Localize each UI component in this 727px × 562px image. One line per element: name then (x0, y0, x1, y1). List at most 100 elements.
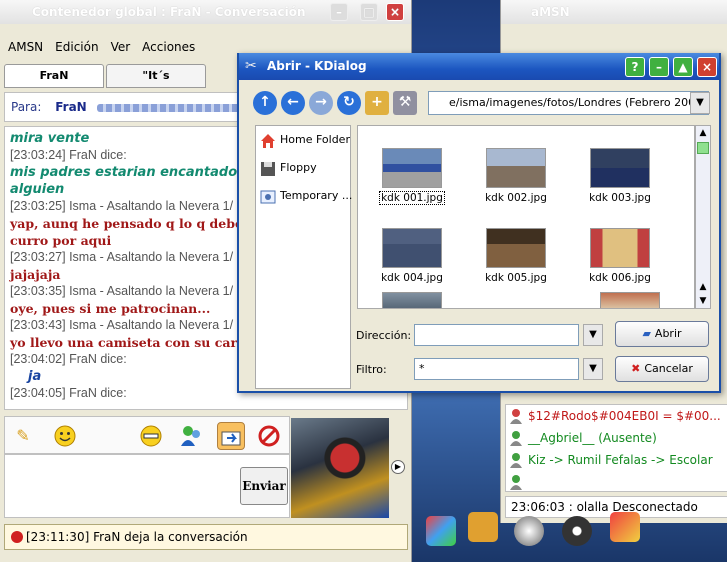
path-combo[interactable]: e/isma/imagenes/fotos/Londres (Febrero 2… (428, 91, 709, 115)
avatar (291, 418, 389, 518)
address-dropdown-button[interactable]: ▼ (583, 324, 603, 346)
scroll-up-arrow[interactable]: ▲ (696, 126, 710, 140)
user-status-icon (509, 430, 525, 446)
address-input[interactable] (414, 324, 579, 346)
minimize-button[interactable]: – (330, 3, 348, 21)
scroll-down-arrow[interactable]: ▲ (696, 280, 710, 294)
pencil-icon[interactable]: ✎ (9, 422, 37, 450)
reload-icon[interactable]: ↻ (337, 91, 361, 115)
to-name: FraN (55, 100, 87, 114)
to-label: Para: (11, 100, 42, 114)
dialog-titlebar[interactable]: ✂ Abrir - KDialog ? – ▲ × (239, 53, 719, 80)
image-thumbnail (590, 228, 650, 268)
message-input[interactable]: Enviar (4, 454, 290, 518)
contact-item[interactable]: __Agbriel__ (Ausente) (506, 427, 727, 449)
file-name: kdk 006.jpg (589, 272, 651, 284)
contact-list: $12#Rodo$#004EB0I = $#00... __Agbriel__ (… (505, 404, 727, 492)
contact-item[interactable]: $12#Rodo$#004EB0I = $#00... (506, 405, 727, 427)
image-thumbnail[interactable] (600, 292, 660, 308)
file-scrollbar[interactable]: ▲ ▲ ▼ (695, 125, 711, 309)
file-grid[interactable]: kdk 001.jpg kdk 002.jpg kdk 003.jpg kdk 004… (357, 125, 695, 309)
place-label: Home Folder (280, 133, 350, 146)
offline-icon (11, 531, 23, 543)
place-item[interactable]: Floppy (256, 154, 350, 182)
image-thumbnail (486, 228, 546, 268)
scissors-icon: ✂ (245, 58, 257, 74)
contact-item[interactable] (506, 471, 727, 491)
file-item[interactable]: kdk 005.jpg (466, 228, 566, 284)
close-button[interactable]: × (697, 57, 717, 77)
status-bar: [23:11:30] FraN deja la conversación (4, 524, 408, 550)
open-button[interactable]: ▰ Abrir (615, 321, 709, 347)
minimize-button[interactable]: – (649, 57, 669, 77)
chevron-right-icon[interactable]: ▶ (391, 460, 405, 474)
scroll-down-arrow-2[interactable]: ▼ (696, 294, 710, 308)
back-arrow-icon[interactable]: ← (281, 91, 305, 115)
file-item[interactable]: kdk 001.jpg (362, 148, 462, 205)
chat-titlebar[interactable]: Contenedor global : FraN - Conversación … (0, 0, 411, 24)
file-item[interactable]: kdk 004.jpg (362, 228, 462, 284)
cancel-button-label: Cancelar (644, 362, 693, 375)
tab-fran[interactable]: FraN (4, 64, 104, 88)
address-label: Dirección: (356, 329, 412, 342)
desktop-icons (420, 506, 720, 556)
cube-icon[interactable] (610, 512, 640, 542)
status-text: [23:11:30] FraN deja la conversación (26, 530, 248, 544)
menu-amsn[interactable]: AMSN (0, 36, 47, 54)
temp-folder-icon (260, 188, 276, 204)
user-status-icon (509, 474, 525, 490)
forward-arrow-icon[interactable]: → (309, 91, 333, 115)
new-folder-icon[interactable]: + (365, 91, 389, 115)
file-item[interactable]: kdk 003.jpg (570, 148, 670, 204)
bank-icon[interactable] (468, 512, 498, 542)
window-title: Contenedor global : FraN - Conversación (32, 5, 306, 19)
place-label: Temporary ... (280, 189, 353, 202)
menu-edicion[interactable]: Edición (47, 36, 102, 54)
add-contact-icon[interactable] (177, 422, 205, 450)
menu-acciones[interactable]: Acciones (134, 36, 199, 54)
contact-window-title: aMSN (531, 5, 570, 19)
nudge-icon[interactable] (137, 422, 165, 450)
open-folder-icon: ▰ (642, 327, 651, 340)
cancel-x-icon: ✖ (631, 362, 641, 375)
block-icon[interactable] (255, 422, 283, 450)
filter-dropdown-button[interactable]: ▼ (583, 358, 603, 380)
up-arrow-icon[interactable]: ↑ (253, 91, 277, 115)
disc-icon[interactable] (562, 516, 592, 546)
wrench-icon[interactable]: ⚒ (393, 91, 417, 115)
globe-icon[interactable] (514, 516, 544, 546)
contact-item[interactable]: Kiz -> Rumil Fefalas -> Escolar (506, 449, 727, 471)
file-item[interactable]: kdk 006.jpg (570, 228, 670, 284)
file-name: kdk 005.jpg (485, 272, 547, 284)
scroll-thumb[interactable] (697, 142, 709, 154)
help-button[interactable]: ? (625, 57, 645, 77)
send-button[interactable]: Enviar (240, 467, 288, 505)
path-dropdown-button[interactable]: ▼ (690, 92, 710, 114)
cancel-button[interactable]: ✖ Cancelar (615, 356, 709, 382)
image-thumbnail (486, 148, 546, 188)
maximize-button[interactable]: □ (360, 3, 378, 21)
image-thumbnail (590, 148, 650, 188)
blurred-email (96, 103, 257, 112)
place-item[interactable]: Home Folder (256, 126, 350, 154)
contact-titlebar[interactable]: aMSN (501, 0, 727, 24)
close-button[interactable]: × (386, 3, 404, 21)
place-item[interactable]: Temporary ... (256, 182, 353, 210)
contact-name: Kiz -> Rumil Fefalas -> Escolar (528, 453, 713, 467)
places-panel: Home Folder Floppy Temporary ... (255, 125, 353, 389)
file-name: kdk 003.jpg (589, 192, 651, 204)
filter-input[interactable]: * (414, 358, 579, 380)
smiley-icon[interactable] (51, 422, 79, 450)
contact-name: $12#Rodo$#004EB0I = $#00... (528, 409, 721, 423)
file-name: kdk 004.jpg (381, 272, 443, 284)
paint-icon[interactable] (426, 516, 456, 546)
tab-its-so[interactable]: "It´s So.....WO... (106, 64, 206, 104)
image-thumbnail (382, 228, 442, 268)
user-status-icon (509, 452, 525, 468)
image-thumbnail (382, 148, 442, 188)
maximize-button[interactable]: ▲ (673, 57, 693, 77)
send-file-icon[interactable] (217, 422, 245, 450)
image-thumbnail[interactable] (382, 292, 442, 308)
file-item[interactable]: kdk 002.jpg (466, 148, 566, 204)
menu-ver[interactable]: Ver (103, 36, 135, 54)
